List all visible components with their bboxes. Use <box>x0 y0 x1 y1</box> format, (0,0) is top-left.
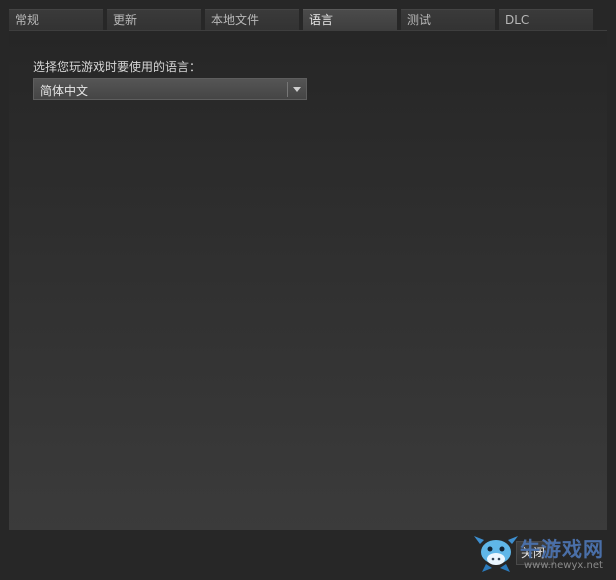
tab-betas[interactable]: 测试 <box>401 9 495 30</box>
tab-label: DLC <box>505 13 530 27</box>
tab-dlc[interactable]: DLC <box>499 9 593 30</box>
tab-label: 常规 <box>15 13 40 27</box>
tab-label: 本地文件 <box>211 13 260 27</box>
dropdown-separator <box>287 82 288 97</box>
tab-label: 测试 <box>407 13 432 27</box>
language-panel: 选择您玩游戏时要使用的语言： 简体中文 <box>9 31 607 530</box>
language-selected-value: 简体中文 <box>40 84 89 98</box>
tab-label: 语言 <box>309 13 334 27</box>
tab-local-files[interactable]: 本地文件 <box>205 9 299 30</box>
language-dropdown[interactable]: 简体中文 <box>33 78 307 100</box>
watermark-url: www.newyx.net <box>524 560 603 571</box>
watermark-text: 牛游戏网 <box>520 537 604 561</box>
chevron-down-icon <box>293 87 301 92</box>
tab-bar: 常规 更新 本地文件 语言 测试 DLC <box>9 9 607 32</box>
watermark: 牛游戏网 www.newyx.net <box>472 530 612 576</box>
tab-label: 更新 <box>113 13 138 27</box>
language-prompt: 选择您玩游戏时要使用的语言： <box>33 60 202 74</box>
cow-logo-icon <box>474 536 518 572</box>
tab-language[interactable]: 语言 <box>303 9 397 32</box>
tab-general[interactable]: 常规 <box>9 9 103 30</box>
tab-updates[interactable]: 更新 <box>107 9 201 30</box>
